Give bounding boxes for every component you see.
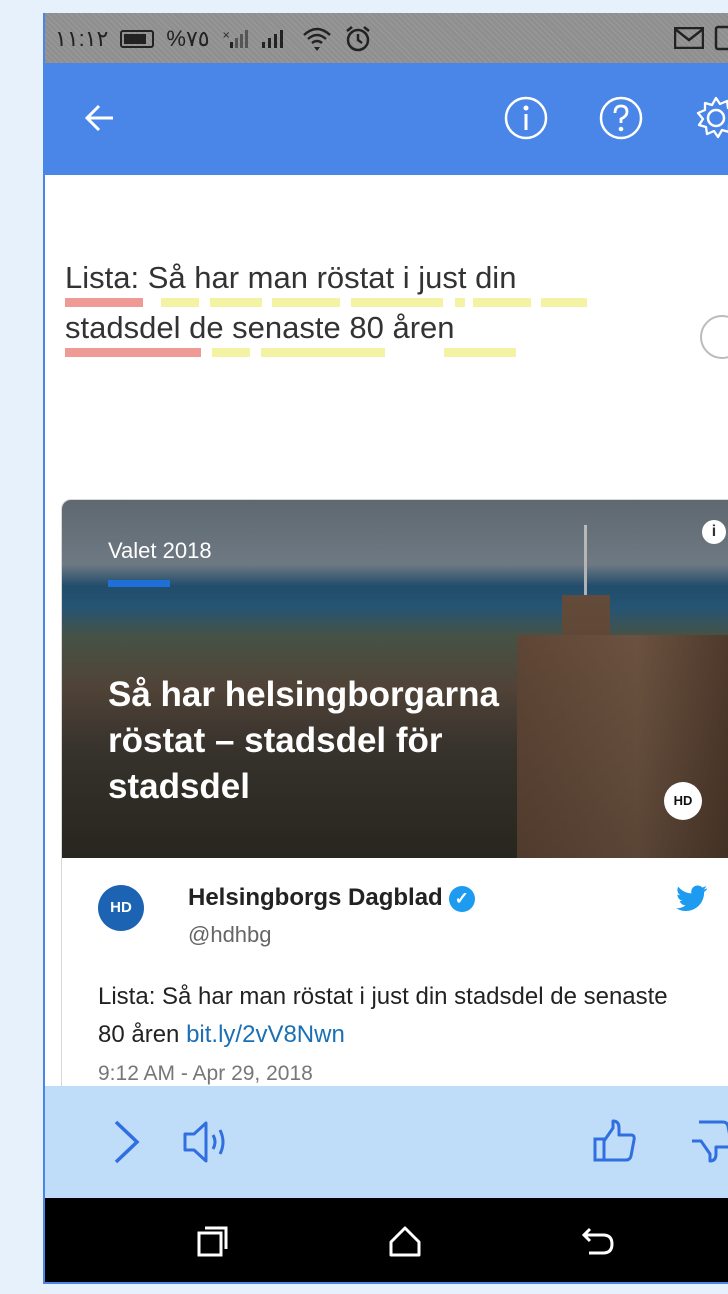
- highlight-underline: [65, 348, 201, 357]
- signal-no-sim-icon: ×: [222, 30, 248, 48]
- back-nav-icon[interactable]: [581, 1224, 615, 1258]
- account-name-text: Helsingborgs Dagblad: [188, 884, 443, 911]
- twitter-bird-icon[interactable]: [676, 885, 708, 913]
- next-chevron-icon[interactable]: [111, 1119, 141, 1165]
- status-right: [674, 25, 728, 51]
- status-bar: ١١:١٢ %٧٥ ×: [45, 13, 728, 63]
- thumbs-up-icon[interactable]: [592, 1118, 638, 1164]
- wifi-icon: [302, 27, 331, 51]
- battery-icon: [120, 30, 155, 48]
- recent-apps-icon[interactable]: [195, 1224, 229, 1258]
- phone-screen: ١١:١٢ %٧٥ × Lista: Så har man röstat i j…: [43, 13, 728, 1284]
- headline-text-2: stadsdel de senaste 80 åren: [65, 310, 455, 345]
- svg-text:×: ×: [222, 30, 230, 41]
- status-left: ١١:١٢ %٧٥ ×: [55, 25, 372, 53]
- highlight-underline: [261, 348, 385, 357]
- thumbs-down-icon[interactable]: [689, 1118, 728, 1164]
- tweet-body: HD Helsingborgs Dagblad ✓ @hdhbg Lista: S…: [62, 858, 728, 1120]
- app-bar: [45, 63, 728, 175]
- back-arrow-icon[interactable]: [83, 101, 117, 135]
- article-headline[interactable]: Lista: Så har man röstat i just din stad…: [65, 253, 625, 357]
- tweet-text: Lista: Så har man röstat i just din stad…: [98, 978, 698, 1054]
- alarm-clock-icon: [345, 26, 370, 52]
- account-name[interactable]: Helsingborgs Dagblad ✓: [188, 884, 475, 912]
- tweet-card[interactable]: i Valet 2018 Så har helsingborgarna röst…: [61, 499, 728, 1121]
- card-image[interactable]: i Valet 2018 Så har helsingborgarna röst…: [62, 500, 728, 865]
- verified-badge-icon: ✓: [448, 885, 475, 912]
- headline-line-2: stadsdel de senaste 80 åren: [65, 303, 625, 357]
- highlight-underline: [444, 348, 516, 357]
- status-time: ١١:١٢: [55, 26, 109, 51]
- help-icon[interactable]: [598, 95, 644, 141]
- mail-icon: [674, 27, 704, 49]
- system-nav-bar: [45, 1198, 728, 1282]
- screen-icon: [714, 25, 728, 51]
- tweet-text-body: Lista: Så har man röstat i just din stad…: [98, 983, 668, 1048]
- signal-icon: [261, 30, 283, 48]
- action-bar: [45, 1086, 728, 1198]
- kicker-bar: [108, 580, 170, 587]
- speaker-icon[interactable]: [181, 1119, 231, 1165]
- card-kicker: Valet 2018: [108, 538, 212, 563]
- home-icon[interactable]: [388, 1224, 422, 1258]
- tweet-link[interactable]: bit.ly/2vV8Nwn: [186, 1021, 345, 1048]
- info-icon[interactable]: [503, 95, 549, 141]
- headline-text-1: Lista: Så har man röstat i just din: [65, 260, 517, 295]
- card-info-icon[interactable]: i: [702, 520, 726, 544]
- highlight-underline: [212, 348, 250, 357]
- avatar[interactable]: HD: [98, 885, 144, 931]
- battery-percent: %٧٥: [166, 26, 210, 51]
- card-title: Så har helsingborgarna röstat – stadsdel…: [108, 675, 499, 806]
- tweet-timestamp[interactable]: 9:12 AM - Apr 29, 2018: [98, 1062, 313, 1086]
- gear-icon[interactable]: [693, 95, 728, 141]
- headline-line-1: Lista: Så har man röstat i just din: [65, 253, 625, 307]
- hd-logo: HD: [664, 782, 702, 820]
- account-handle[interactable]: @hdhbg: [188, 922, 272, 948]
- select-radio[interactable]: [700, 315, 728, 359]
